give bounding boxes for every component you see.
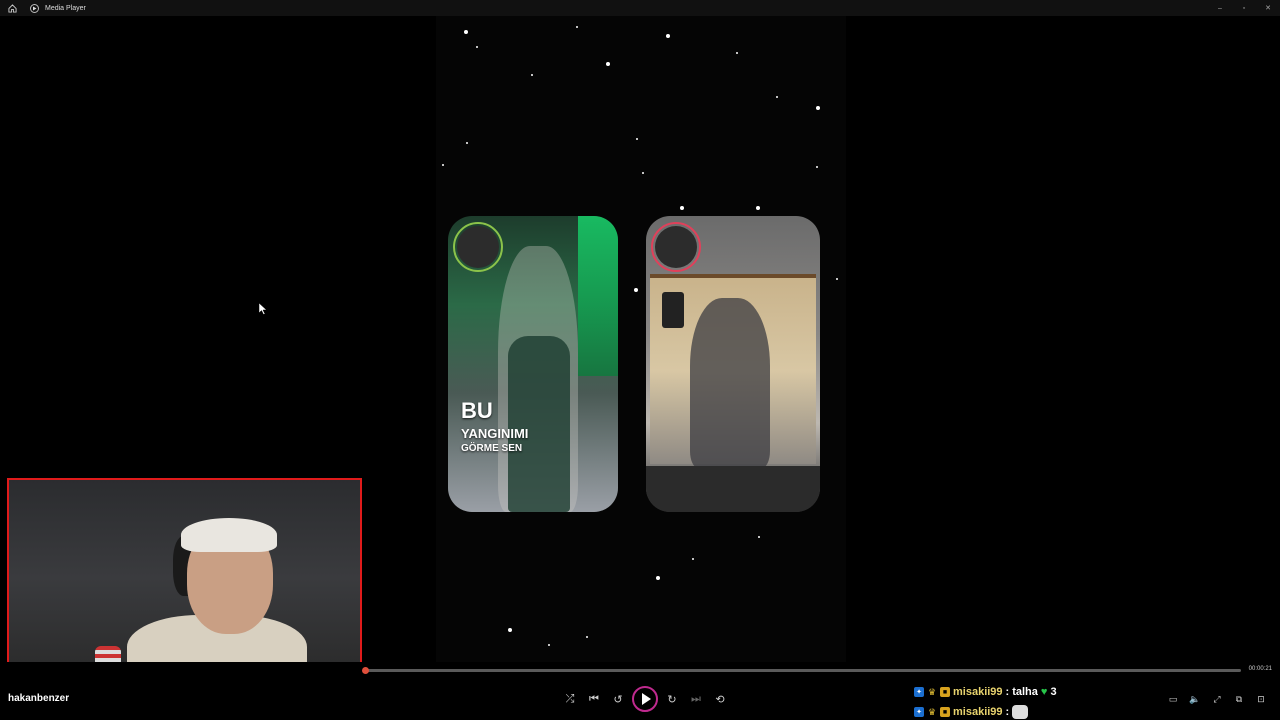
snow-particle	[531, 74, 533, 76]
snow-particle	[692, 558, 694, 560]
crown-badge-icon: ♛	[927, 686, 937, 697]
previous-icon[interactable]: ⏮	[582, 687, 606, 711]
snow-particle	[816, 166, 818, 168]
play-circle-icon	[30, 3, 39, 13]
snow-particle	[606, 62, 610, 66]
chat-text-suffix: 3	[1050, 686, 1057, 698]
close-icon[interactable]: ✕	[1256, 0, 1280, 16]
player-controls-bar: 00:00:21 hakanbenzer ⤮ ⏮ ↺ ↻ ⏭ ⟲ ✦ ♛ ■ m…	[0, 662, 1280, 720]
right-controls: ▭ 🔈 ⤢ ⧉ ⊡	[1162, 691, 1272, 707]
avatar-right	[651, 222, 701, 272]
snow-particle	[758, 536, 760, 538]
mouse-cursor-icon	[258, 302, 268, 320]
snow-particle	[736, 52, 738, 54]
phone	[662, 292, 684, 328]
snow-particle	[836, 278, 838, 280]
snow-particle	[816, 106, 820, 110]
prime-badge-icon: ✦	[914, 687, 924, 697]
overlay-text-line-2: YANGINIMI	[461, 426, 529, 441]
snow-particle	[466, 142, 468, 144]
dancer-pants	[508, 336, 570, 512]
chat-separator: :	[1005, 686, 1010, 698]
chat-separator: :	[1005, 706, 1010, 718]
window-title: Media Player	[45, 4, 86, 12]
progress-bar[interactable]	[364, 669, 1241, 672]
snow-particle	[634, 288, 638, 292]
playback-controls: ⤮ ⏮ ↺ ↻ ⏭ ⟲	[558, 686, 732, 712]
snow-particle	[476, 46, 478, 48]
avatar-left	[453, 222, 503, 272]
play-icon	[641, 693, 651, 705]
fullscreen-icon[interactable]: ⤢	[1206, 691, 1228, 707]
more-icon[interactable]: ⊡	[1250, 691, 1272, 707]
play-button[interactable]	[632, 686, 658, 712]
snow-particle	[464, 30, 468, 34]
heart-icon: ♥	[1040, 686, 1048, 698]
snow-particle	[656, 576, 660, 580]
forward-icon[interactable]: ↻	[660, 687, 684, 711]
snow-particle	[508, 628, 512, 632]
snow-particle	[548, 644, 550, 646]
overlay-text-line-3: GÖRME SEN	[461, 443, 523, 454]
window-controls: – ▫ ✕	[1208, 0, 1280, 16]
snow-particle	[586, 636, 588, 638]
snow-particle	[576, 26, 578, 28]
settings-icon[interactable]: ⧉	[1228, 691, 1250, 707]
sub-badge-icon: ■	[940, 687, 950, 697]
home-icon[interactable]	[6, 2, 18, 14]
snow-particle	[680, 206, 684, 210]
miniplayer-icon[interactable]: ▭	[1162, 691, 1184, 707]
snow-particle	[756, 206, 760, 210]
snow-particle	[642, 172, 644, 174]
title-bar: Media Player – ▫ ✕	[0, 0, 1280, 16]
chat-message: ✦ ♛ ■ misakii99 : talha ♥ 3	[914, 682, 1057, 702]
next-icon[interactable]: ⏭	[684, 687, 708, 711]
progress-knob[interactable]	[362, 667, 369, 674]
webcam-overlay	[7, 478, 362, 678]
chat-text: talha	[1012, 686, 1038, 698]
channel-name[interactable]: hakanbenzer	[8, 693, 69, 704]
sub-badge-icon: ■	[940, 707, 950, 717]
green-backdrop	[578, 216, 618, 376]
person-figure	[690, 298, 770, 468]
crown-badge-icon: ♛	[927, 706, 937, 717]
time-display: 00:00:21	[1248, 666, 1272, 672]
prime-badge-icon: ✦	[914, 707, 924, 717]
snow-particle	[776, 96, 778, 98]
restore-icon[interactable]: ▫	[1232, 0, 1256, 16]
chat-username: misakii99	[953, 706, 1003, 718]
mirror	[650, 274, 816, 468]
chat-message: ✦ ♛ ■ misakii99 :	[914, 702, 1057, 720]
snow-particle	[636, 138, 638, 140]
minimize-icon[interactable]: –	[1208, 0, 1232, 16]
snow-particle	[442, 164, 444, 166]
overlay-text-line-1: BU	[461, 398, 493, 423]
shuffle-icon[interactable]: ⤮	[558, 687, 582, 711]
chat-username: misakii99	[953, 686, 1003, 698]
sink-area	[646, 466, 820, 512]
volume-icon[interactable]: 🔈	[1184, 691, 1206, 707]
rewind-icon[interactable]: ↺	[606, 687, 630, 711]
streamer-cap	[181, 518, 277, 552]
emote-icon	[1012, 705, 1029, 719]
repeat-icon[interactable]: ⟲	[708, 687, 732, 711]
snow-particle	[666, 34, 670, 38]
chat-overlay: ✦ ♛ ■ misakii99 : talha ♥ 3 ✦ ♛ ■ misaki…	[914, 682, 1057, 720]
